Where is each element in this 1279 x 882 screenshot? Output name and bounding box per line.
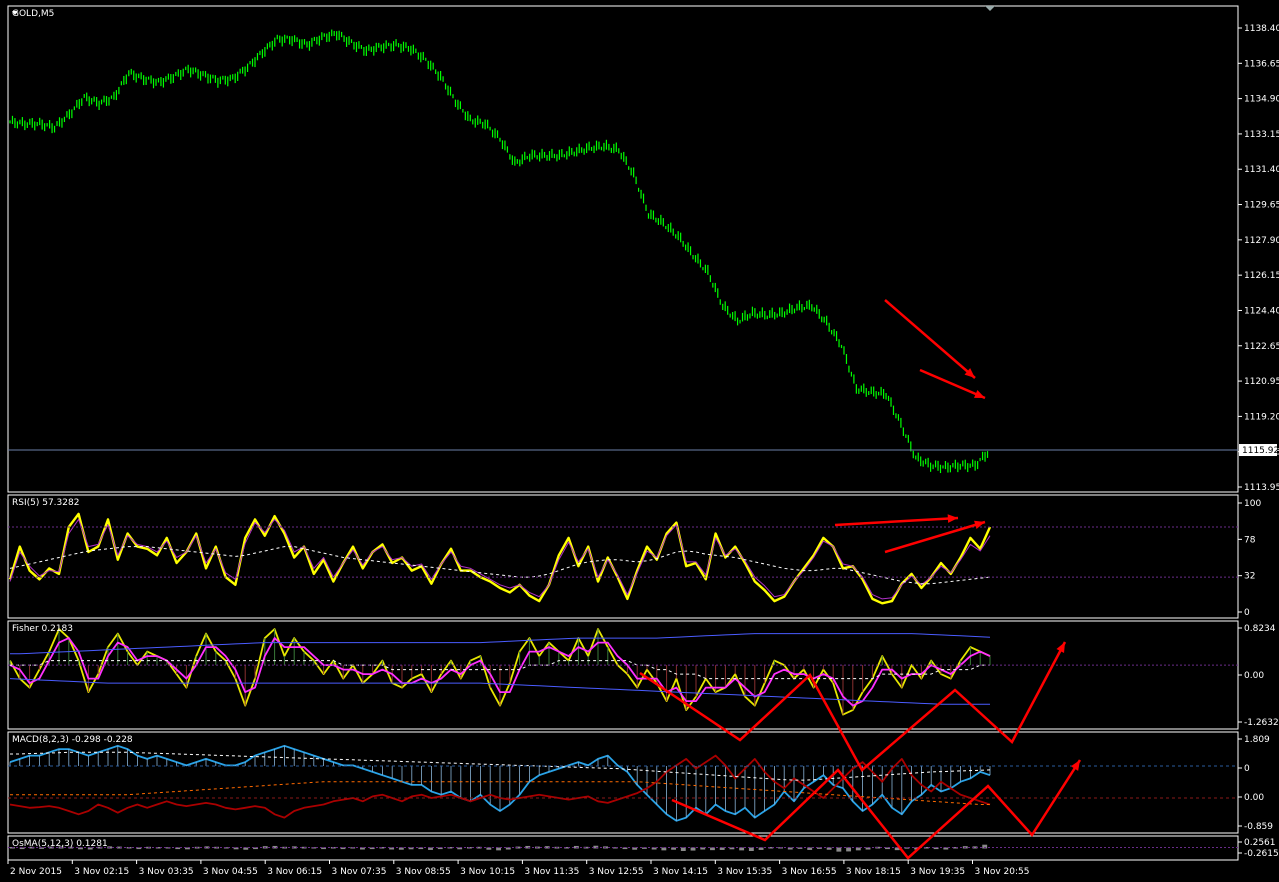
y-tick-label: 1136.65 xyxy=(1244,59,1279,69)
y-tick-label: 0.8234 xyxy=(1244,624,1276,634)
y-tick-label: 32 xyxy=(1244,572,1255,582)
osma-label: OsMA(5,12,3) 0.1281 xyxy=(12,839,108,849)
y-tick-label: 0 xyxy=(1244,764,1250,774)
osma-bar xyxy=(748,847,754,851)
y-tick-label: 1120.95 xyxy=(1244,377,1279,387)
osma-bar xyxy=(680,847,686,851)
x-tick-label: 3 Nov 14:15 xyxy=(653,867,708,877)
osma-bar xyxy=(846,847,852,852)
x-tick-label: 2 Nov 2015 xyxy=(10,867,62,877)
x-tick-label: 3 Nov 20:55 xyxy=(975,867,1030,877)
osma-bar xyxy=(836,847,842,852)
chart-canvas: 2 Nov 2015 3 Nov 02:15 3 Nov 03:35 3 Nov 04… xyxy=(0,0,1279,882)
y-tick-label: 1133.15 xyxy=(1244,130,1279,140)
y-tick-label: 1124.40 xyxy=(1244,306,1279,316)
y-tick-label: -0.859 xyxy=(1244,822,1273,832)
y-tick-label: -0.2615 xyxy=(1244,849,1279,859)
x-tick-label: 3 Nov 18:15 xyxy=(846,867,901,877)
y-tick-label: 0.00 xyxy=(1244,671,1264,681)
y-tick-label: -1.2632 xyxy=(1244,718,1279,728)
y-tick-label: 1129.65 xyxy=(1244,201,1279,211)
y-tick-label: 1126.15 xyxy=(1244,271,1279,281)
y-tick-label: 1119.20 xyxy=(1244,412,1279,422)
x-tick-label: 3 Nov 03:35 xyxy=(139,867,194,877)
y-tick-label: 1134.90 xyxy=(1244,95,1279,105)
x-tick-label: 3 Nov 06:15 xyxy=(267,867,322,877)
macd-label: MACD(8,2,3) -0.298 -0.228 xyxy=(12,735,133,745)
y-tick-label: 1127.90 xyxy=(1244,236,1279,246)
y-tick-label: 1122.65 xyxy=(1244,342,1279,352)
y-tick-label: 1113.95 xyxy=(1244,483,1279,493)
x-tick-label: 3 Nov 19:35 xyxy=(910,867,965,877)
x-tick-label: 3 Nov 15:35 xyxy=(717,867,772,877)
y-tick-label: 1.809 xyxy=(1244,735,1270,745)
x-tick-label: 3 Nov 11:35 xyxy=(524,867,579,877)
x-tick-label: 3 Nov 10:15 xyxy=(460,867,515,877)
y-tick-label: 78 xyxy=(1244,535,1256,545)
y-tick-label: 0 xyxy=(1244,608,1250,618)
y-tick-label: 1131.40 xyxy=(1244,165,1279,175)
y-tick-label: 0.00 xyxy=(1244,793,1264,803)
x-tick-label: 3 Nov 08:55 xyxy=(396,867,451,877)
y-tick-label: 100 xyxy=(1244,499,1261,509)
background xyxy=(0,0,1279,882)
x-tick-label: 3 Nov 07:35 xyxy=(332,867,387,877)
x-tick-label: 3 Nov 16:55 xyxy=(782,867,837,877)
fisher-label: Fisher 0.2183 xyxy=(12,624,73,634)
current-price-label: 1115.92 xyxy=(1242,446,1279,456)
x-tick-label: 3 Nov 04:55 xyxy=(203,867,258,877)
price-label: GOLD,M5 xyxy=(12,9,54,19)
rsi-label: RSI(5) 57.3282 xyxy=(12,498,79,508)
x-tick-label: 3 Nov 12:55 xyxy=(589,867,644,877)
y-tick-label: 0.2561 xyxy=(1244,838,1276,848)
y-tick-label: 1138.40 xyxy=(1244,24,1279,34)
x-tick-label: 3 Nov 02:15 xyxy=(74,867,129,877)
